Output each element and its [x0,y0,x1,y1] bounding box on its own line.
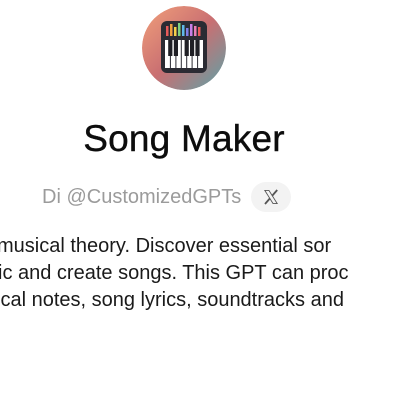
description-line: musical theory. Discover essential sor [0,235,332,257]
gpt-title: Song Maker [83,118,285,159]
piano-logo-icon [142,6,226,90]
gpt-avatar [142,6,226,90]
gpt-description: musical theory. Discover essential sor i… [0,233,400,314]
author-name: Di @CustomizedGPTs [42,185,242,208]
description-line: ical notes, song lyrics, soundtracks and [0,289,344,311]
x-logo-icon [264,189,279,205]
x-profile-button[interactable] [251,182,292,212]
gpt-profile-page: Song Maker Di @CustomizedGPTs musical th… [0,0,400,400]
gpt-byline: Di @CustomizedGPTs [42,182,292,212]
description-line: ic and create songs. This GPT can proc [0,262,349,284]
